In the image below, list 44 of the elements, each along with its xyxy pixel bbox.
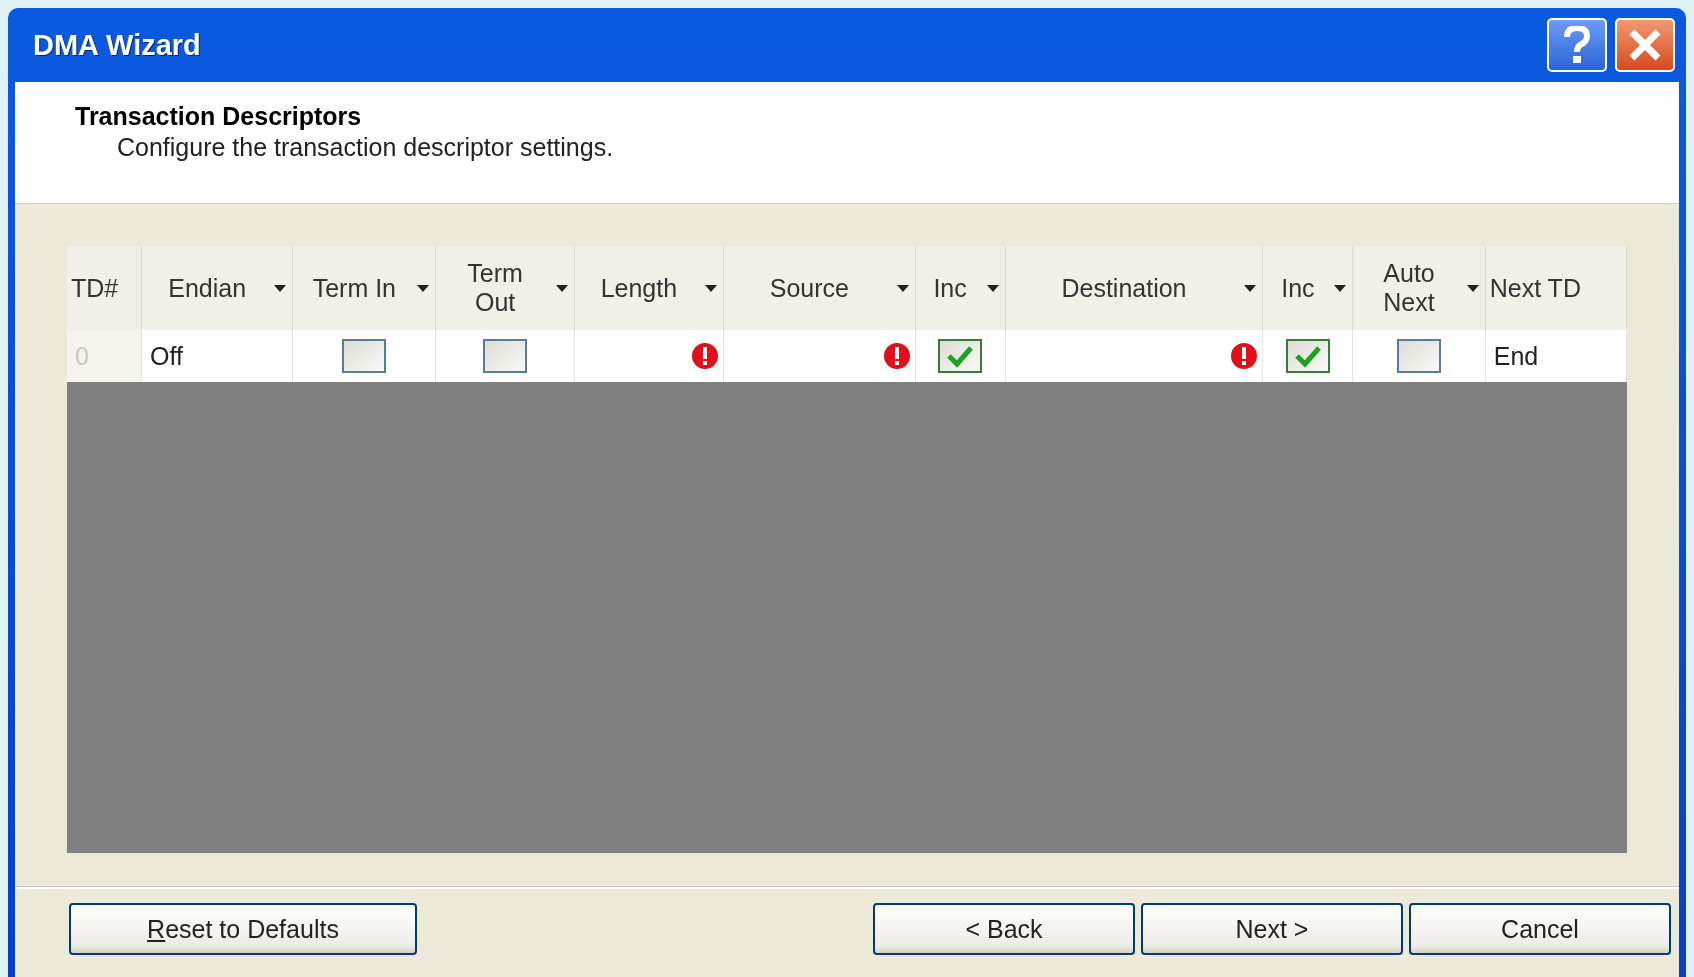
dropdown-arrow-icon[interactable] <box>415 283 432 293</box>
checkbox[interactable] <box>1397 339 1441 373</box>
window-title: DMA Wizard <box>33 28 202 62</box>
error-icon <box>882 342 911 370</box>
wizard-button[interactable]: Next > <box>1141 903 1403 955</box>
page-subtitle: Configure the transaction descriptor settings. <box>117 133 614 162</box>
help-icon <box>1564 26 1590 64</box>
checkbox[interactable] <box>938 339 983 373</box>
dropdown-arrow-icon[interactable] <box>553 283 570 293</box>
column-header: Auto Next <box>1382 259 1436 317</box>
column-header: Next TD <box>1488 273 1582 303</box>
wizard-button[interactable]: Reset to Defaults <box>69 903 417 955</box>
page-title: Transaction Descriptors <box>75 102 362 131</box>
column-header: Length <box>599 273 679 303</box>
close-icon <box>1628 28 1662 62</box>
dropdown-arrow-icon[interactable] <box>272 283 289 293</box>
checkbox[interactable] <box>483 339 528 373</box>
table-cell[interactable] <box>724 330 916 382</box>
column-header: Term Out <box>466 259 524 317</box>
table-cell[interactable] <box>1005 330 1264 382</box>
column-header: Inc <box>1280 273 1316 303</box>
column-header: Source <box>768 273 850 303</box>
close-button[interactable] <box>1615 18 1675 72</box>
checkbox[interactable] <box>342 339 387 373</box>
table-cell: End <box>1485 330 1627 382</box>
dropdown-arrow-icon[interactable] <box>1464 283 1481 293</box>
dropdown-arrow-icon[interactable] <box>1242 283 1259 293</box>
wizard-button[interactable]: < Back <box>873 903 1135 955</box>
column-header: Destination <box>1060 273 1188 303</box>
wizard-button[interactable]: Cancel <box>1409 903 1671 955</box>
error-icon <box>691 342 719 370</box>
table-cell: Off <box>142 330 294 382</box>
help-button[interactable] <box>1547 18 1607 72</box>
column-header: Inc <box>932 273 968 303</box>
checkbox[interactable] <box>1285 339 1330 373</box>
table-cell[interactable] <box>574 330 724 382</box>
dropdown-arrow-icon[interactable] <box>984 283 1001 293</box>
dropdown-arrow-icon[interactable] <box>894 283 911 293</box>
column-header: Endian <box>167 273 248 303</box>
dropdown-arrow-icon[interactable] <box>703 283 719 293</box>
column-header: Term In <box>311 273 398 303</box>
dropdown-arrow-icon[interactable] <box>1332 283 1349 293</box>
column-header: TD# <box>70 273 120 303</box>
error-icon <box>1230 342 1259 370</box>
